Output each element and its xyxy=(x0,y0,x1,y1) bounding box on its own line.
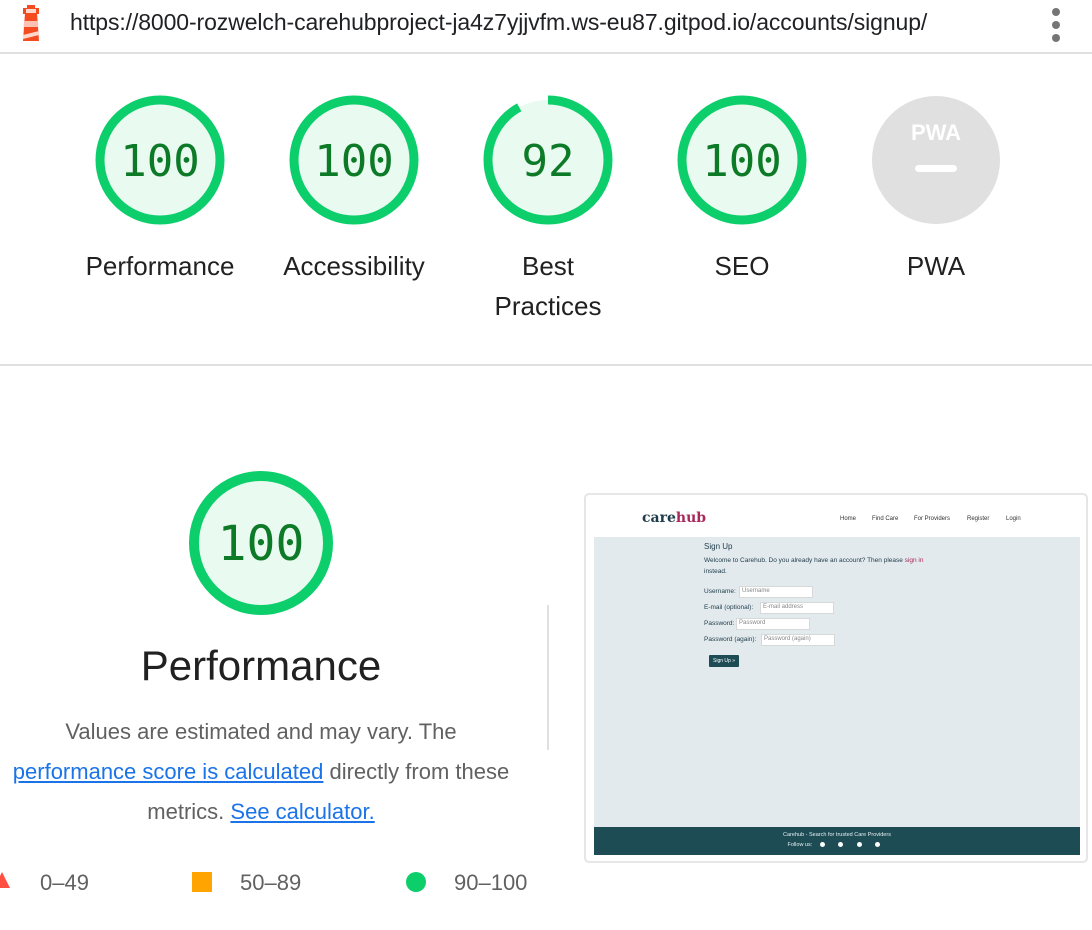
thumb-navbar: carehub Home Find Care For Providers Reg… xyxy=(594,501,1080,537)
performance-score: 100 xyxy=(218,516,305,572)
thumb-field-input: Password xyxy=(736,618,810,630)
thumb-intro-2: instead. xyxy=(704,568,727,575)
thumb-field-label: Username: xyxy=(704,588,736,595)
thumb-nav-link: Login xyxy=(1006,516,1021,522)
gauge-best-practices[interactable]: 92 Best Practices xyxy=(463,95,633,326)
desc-text: Values are estimated and may vary. The xyxy=(65,719,457,744)
average-square-icon xyxy=(192,872,212,892)
thumb-field-label: E-mail (optional): xyxy=(704,604,754,611)
thumb-field-input: Username xyxy=(739,586,813,598)
vertical-divider xyxy=(547,605,549,750)
gauge-accessibility[interactable]: 100 Accessibility xyxy=(269,95,439,286)
performance-gauge: 100 xyxy=(189,471,333,615)
thumb-nav-link: For Providers xyxy=(914,516,951,522)
thumb-body: Sign Up Welcome to Carehub. Do you alrea… xyxy=(594,537,1080,827)
category-label: Accessibility xyxy=(283,251,425,281)
score-calculated-link[interactable]: performance score is calculated xyxy=(13,759,324,784)
category-label: Best Practices xyxy=(494,251,602,321)
pwa-na-dash xyxy=(915,165,957,172)
see-calculator-link[interactable]: See calculator. xyxy=(230,799,374,824)
fail-triangle-icon xyxy=(0,872,10,888)
more-vert-icon[interactable] xyxy=(1046,6,1066,44)
legend-range: 50–89 xyxy=(240,870,302,895)
gauge-pwa[interactable]: PWA PWA xyxy=(851,95,1021,286)
score-legend: 0–49 50–89 90–100 xyxy=(0,866,560,900)
twitter-icon xyxy=(856,842,862,848)
pwa-badge-text: PWA xyxy=(911,120,961,145)
browser-bar: https://8000-rozwelch-carehubproject-ja4… xyxy=(0,0,1092,54)
carehub-logo: carehub xyxy=(642,510,707,526)
thumb-footer: Carehub - Search for trusted Care Provid… xyxy=(594,827,1080,855)
facebook-icon xyxy=(819,842,825,848)
thumb-footer-social: Follow us: xyxy=(594,842,1080,848)
legend-range: 0–49 xyxy=(40,870,89,895)
thumb-field-label: Password: xyxy=(704,620,735,627)
score-gauge: 92 xyxy=(483,95,613,225)
gauge-performance[interactable]: 100 Performance xyxy=(75,95,245,286)
thumb-nav-link: Register xyxy=(967,516,990,522)
section-divider xyxy=(0,364,1092,366)
thumb-nav-link: Find Care xyxy=(872,516,899,522)
pwa-gauge: PWA xyxy=(872,96,1000,224)
thumb-heading: Sign Up xyxy=(704,542,733,551)
score-gauge: 100 xyxy=(677,95,807,225)
thumb-intro: Welcome to Carehub. Do you already have … xyxy=(704,557,924,564)
pass-circle-icon xyxy=(406,872,426,892)
performance-title: Performance xyxy=(140,642,382,689)
thumb-signup-button: Sign Up » xyxy=(709,655,739,667)
gauge-seo[interactable]: 100 SEO xyxy=(657,95,827,286)
thumb-nav-link: Home xyxy=(840,516,857,522)
instagram-icon xyxy=(838,842,844,848)
category-label: SEO xyxy=(714,251,770,281)
performance-description: Values are estimated and may vary. The p… xyxy=(0,712,522,832)
score-gauge: 100 xyxy=(95,95,225,225)
category-label: Performance xyxy=(85,251,235,281)
youtube-icon xyxy=(875,842,881,848)
category-label: PWA xyxy=(906,251,966,281)
lighthouse-icon xyxy=(23,5,39,41)
page-url[interactable]: https://8000-rozwelch-carehubproject-ja4… xyxy=(70,9,927,36)
thumb-field-input: E-mail address xyxy=(760,602,834,614)
score-value: 100 xyxy=(120,136,199,187)
score-value: 92 xyxy=(522,136,575,187)
score-value: 100 xyxy=(314,136,393,187)
legend-range: 90–100 xyxy=(454,870,528,895)
thumb-field-input: Password (again) xyxy=(761,634,835,646)
score-gauge: 100 xyxy=(289,95,419,225)
thumb-footer-text: Carehub - Search for trusted Care Provid… xyxy=(783,832,891,838)
thumb-field-label: Password (again): xyxy=(704,636,757,643)
score-value: 100 xyxy=(702,136,781,187)
final-screenshot[interactable]: carehub Home Find Care For Providers Reg… xyxy=(584,493,1088,863)
